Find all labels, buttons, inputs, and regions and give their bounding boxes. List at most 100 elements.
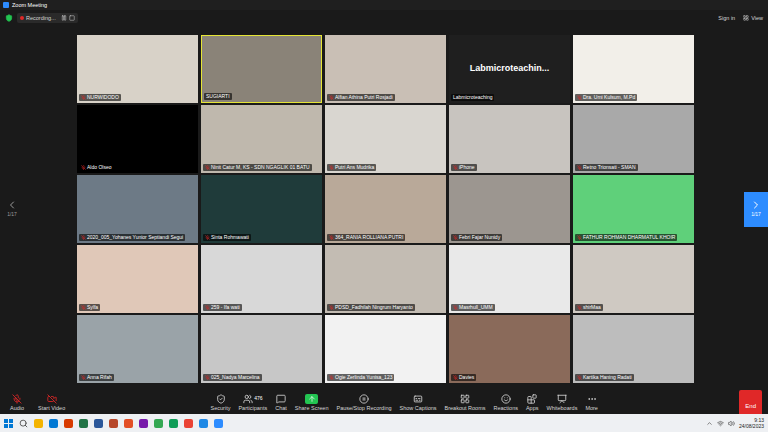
toolbar-button[interactable]: Show Captions	[396, 393, 441, 413]
mic-off-icon	[12, 394, 22, 404]
name-label: Febri Fajar Nunidy	[451, 234, 502, 241]
participant-tile[interactable]: Sinta Rohmawati	[201, 175, 322, 243]
taskbar-app-icon[interactable]	[64, 419, 73, 428]
toolbar-label: Chat	[275, 404, 287, 412]
toolbar-button[interactable]: Breakout Rooms	[441, 393, 490, 413]
taskbar-app-icon[interactable]	[49, 419, 58, 428]
name-label: iPhone	[451, 164, 477, 171]
name-label: 025_Nadya Marcelina	[203, 374, 262, 381]
participant-tile[interactable]: FATHUR ROHMAN DHARMATUL KHOIR	[573, 175, 694, 243]
participant-tile[interactable]: Anna Rifah	[77, 315, 198, 383]
participant-tile[interactable]: PDSD_Fadhilah Ningrum Haryanto	[325, 245, 446, 313]
participant-tile[interactable]: Davies	[449, 315, 570, 383]
name-label: 259 - Ifa wati	[203, 304, 242, 311]
name-label: Labmicroteaching	[451, 94, 494, 101]
participant-tile[interactable]: shirMaa	[573, 245, 694, 313]
muted-icon	[205, 305, 210, 310]
participant-tile[interactable]: iPhone	[449, 105, 570, 173]
toolbar-button[interactable]: Audio	[6, 393, 28, 413]
participant-tile[interactable]: 259 - Ifa wati	[201, 245, 322, 313]
toolbar-label: Pause/Stop Recording	[336, 404, 391, 412]
muted-icon	[81, 235, 86, 240]
taskbar-app-icon[interactable]	[79, 419, 88, 428]
taskbar-app-icon[interactable]	[154, 419, 163, 428]
name-label: Dra. Umi Kulsum, M.Pd	[575, 94, 637, 101]
chat-icon	[276, 394, 286, 404]
participant-tile[interactable]: Masrhull_UMM	[449, 245, 570, 313]
taskbar-app-icon[interactable]	[94, 419, 103, 428]
participant-tile[interactable]: Retno Trionsati - SMAN	[573, 105, 694, 173]
muted-icon	[577, 165, 582, 170]
participant-tile[interactable]: 2020_005_Yohanes Yunior Septiandi Segui	[77, 175, 198, 243]
participant-tile[interactable]: Dra. Umi Kulsum, M.Pd	[573, 35, 694, 103]
clock[interactable]: 9:1324/08/2023	[739, 417, 764, 429]
toolbar-label: Start Video	[38, 404, 65, 412]
toolbar-button[interactable]: Pause/Stop Recording	[332, 393, 395, 413]
muted-icon	[329, 95, 334, 100]
toolbar-label: Whiteboards	[547, 404, 578, 412]
taskbar-app-icon[interactable]	[199, 419, 208, 428]
taskbar-app-icon[interactable]	[109, 419, 118, 428]
toolbar-button[interactable]: Whiteboards	[543, 393, 582, 413]
taskbar-app-icon[interactable]	[34, 419, 43, 428]
search-icon[interactable]	[19, 419, 28, 428]
next-page-button[interactable]: 1/17	[744, 192, 768, 227]
participant-tile[interactable]: Ogie Zerlinda Yunisa_123	[325, 315, 446, 383]
participants-icon	[243, 394, 253, 404]
participant-tile[interactable]: NURWIDODO	[77, 35, 198, 103]
volume-icon[interactable]	[728, 420, 735, 427]
toolbar-button[interactable]: Apps	[522, 393, 543, 413]
window-title: Zoom Meeting	[12, 1, 47, 9]
end-button[interactable]: End	[739, 390, 762, 416]
taskbar-app-icon[interactable]	[139, 419, 148, 428]
name-label: 2020_005_Yohanes Yunior Septiandi Segui	[79, 234, 185, 241]
taskbar-app-icon[interactable]	[169, 419, 178, 428]
taskbar-app-icon[interactable]	[214, 419, 223, 428]
muted-icon	[81, 165, 86, 170]
recording-dot-icon	[20, 16, 24, 20]
participant-tile[interactable]: Ninit Catur M, KS - SDN NGAGLIK 01 BATU	[201, 105, 322, 173]
taskbar-app-icon[interactable]	[124, 419, 133, 428]
name-label: Retno Trionsati - SMAN	[575, 164, 638, 171]
participant-tile[interactable]: 025_Nadya Marcelina	[201, 315, 322, 383]
toolbar-button[interactable]: Security	[207, 393, 235, 413]
title-bar: Zoom Meeting	[0, 0, 768, 10]
windows-start-icon[interactable]	[4, 419, 13, 428]
participant-tile[interactable]: Alfian Athina Putri Rosjadi	[325, 35, 446, 103]
top-action-button[interactable]: Sign in	[718, 14, 735, 22]
pause-icon[interactable]	[61, 15, 67, 21]
toolbar-button[interactable]: Reactions	[489, 393, 521, 413]
participant-tile[interactable]: SUGIARTI	[201, 35, 322, 103]
toolbar-button[interactable]: More	[581, 393, 602, 413]
chevron-left-icon	[6, 199, 18, 211]
toolbar-button[interactable]: 476Participants	[234, 393, 271, 413]
participant-tile[interactable]: Sylfa	[77, 245, 198, 313]
breakout-icon	[460, 394, 470, 404]
toolbar-button[interactable]: Share Screen	[291, 393, 333, 413]
participant-tile[interactable]: Putri Ans Mudrika	[325, 105, 446, 173]
participant-tile[interactable]: Labmicroteachin...Labmicroteaching	[449, 35, 570, 103]
recording-icon	[359, 394, 369, 404]
participant-tile[interactable]: Kartika Haning Radati	[573, 315, 694, 383]
toolbar-button[interactable]: Chat	[271, 393, 291, 413]
prev-page-button[interactable]: 1/17	[6, 199, 18, 219]
top-action-button[interactable]: View	[743, 14, 763, 22]
name-label: SUGIARTI	[204, 93, 232, 100]
muted-icon	[329, 305, 334, 310]
wifi-icon[interactable]	[717, 420, 724, 427]
participant-tile[interactable]: Aldo Olseo	[77, 105, 198, 173]
participant-tile[interactable]: 364_RANIA ROLLIANA PUTRI	[325, 175, 446, 243]
stop-icon[interactable]	[69, 15, 75, 21]
encryption-shield-icon[interactable]	[5, 14, 13, 22]
recording-indicator: Recording...	[17, 13, 78, 23]
toolbar-button[interactable]: Start Video	[34, 393, 69, 413]
toolbar-label: Show Captions	[400, 404, 437, 412]
meeting-top-bar: Recording... Sign in View	[0, 10, 768, 26]
participant-tile[interactable]: Febri Fajar Nunidy	[449, 175, 570, 243]
toolbar-label: Apps	[526, 404, 539, 412]
name-label: FATHUR ROHMAN DHARMATUL KHOIR	[575, 234, 677, 241]
tray-expand-icon[interactable]	[706, 420, 713, 427]
gallery-area: 1/17 NURWIDODO SUGIARTI Alfian Athina Putri…	[0, 26, 768, 392]
muted-icon	[329, 235, 334, 240]
taskbar-app-icon[interactable]	[184, 419, 193, 428]
